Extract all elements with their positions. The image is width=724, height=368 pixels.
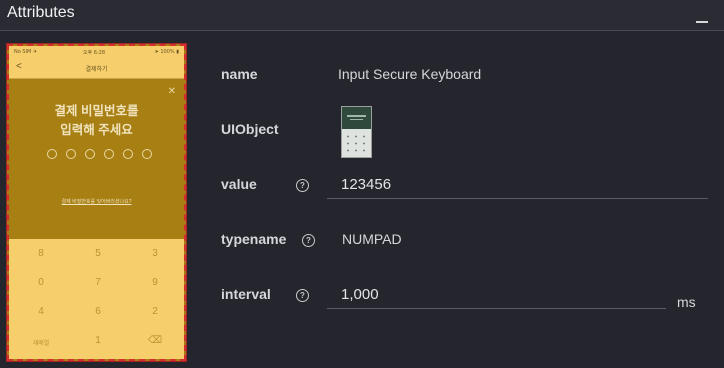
interval-unit: ms: [677, 294, 696, 310]
uiobject-thumbnail[interactable]: [341, 106, 372, 158]
uiobject-label: UIObject: [221, 121, 279, 137]
value-input[interactable]: 123456: [327, 174, 708, 199]
value-help-icon[interactable]: ?: [296, 179, 309, 192]
panel-title: Attributes: [7, 4, 75, 21]
interval-input-text: 1,000: [341, 286, 379, 303]
secure-keypad: 8 5 3 0 7 9 4 6 2 재배열 1 ⌫: [9, 239, 184, 359]
minimize-icon[interactable]: [696, 5, 710, 23]
pin-dots: [47, 149, 161, 161]
status-battery: ➤ 100% ▮: [154, 49, 179, 55]
phone-status-bar: No SIM ✈ 오후 6:28 ➤ 100% ▮: [9, 46, 184, 58]
interval-input[interactable]: 1,000: [327, 284, 666, 309]
typename-help-icon[interactable]: ?: [302, 234, 315, 247]
typename-value: NUMPAD: [342, 231, 402, 247]
pin-dot: [85, 149, 95, 159]
keypad-key: 4: [38, 306, 44, 317]
name-label: name: [221, 66, 258, 82]
keypad-key: 2: [152, 306, 158, 317]
status-time: 오후 6:28: [83, 50, 106, 56]
close-icon: ✕: [167, 86, 176, 97]
phone-nav-bar: < 결제하기: [9, 58, 184, 79]
pin-prompt-line1: 결제 비밀번호를: [54, 104, 139, 118]
keypad-key: 9: [152, 277, 158, 288]
keypad-key: 3: [152, 248, 158, 259]
keypad-key: 6: [95, 306, 101, 317]
backspace-icon: ⌫: [147, 335, 163, 346]
name-value: Input Secure Keyboard: [338, 66, 482, 82]
pin-prompt: 결제 비밀번호를 입력해 주세요: [9, 102, 184, 140]
keypad-key: 1: [95, 335, 101, 346]
keypad-shuffle-key: 재배열: [32, 341, 50, 347]
value-input-text: 123456: [341, 176, 392, 193]
interval-label: interval: [221, 286, 271, 302]
thumbnail-header: [342, 107, 371, 129]
keypad-key: 5: [95, 248, 101, 259]
interval-help-icon[interactable]: ?: [296, 289, 309, 302]
status-carrier: No SIM ✈: [14, 49, 38, 55]
attributes-header: Attributes: [0, 0, 724, 31]
keypad-key: 7: [95, 277, 101, 288]
pin-dot: [104, 149, 114, 159]
thumbnail-keypad: [344, 133, 369, 155]
value-label: value: [221, 176, 257, 192]
keypad-key: 8: [38, 248, 44, 259]
phone-nav-title: 결제하기: [85, 67, 108, 73]
screen-preview: No SIM ✈ 오후 6:28 ➤ 100% ▮ < 결제하기 ✕ 결제 비밀…: [6, 43, 187, 362]
pin-dot: [123, 149, 133, 159]
pin-dot: [142, 149, 152, 159]
pin-dot: [47, 149, 57, 159]
pin-dot: [66, 149, 76, 159]
forgot-pin-link: 결제 비밀번호를 잊어버리셨나요?: [61, 199, 132, 205]
typename-label: typename: [221, 231, 287, 247]
keypad-key: 0: [38, 277, 44, 288]
pin-prompt-line2: 입력해 주세요: [60, 123, 133, 137]
